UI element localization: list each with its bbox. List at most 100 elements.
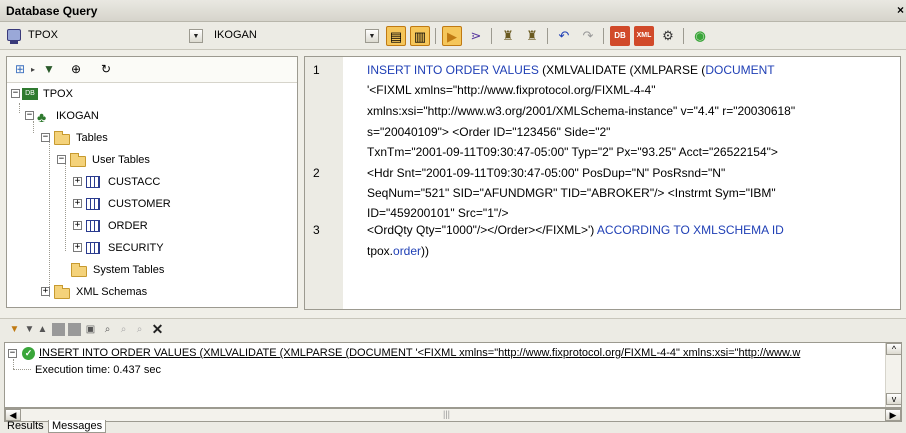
code-text: SeqNum="521" SID="AFUNDMGR" TID="ABROKER… [367, 186, 776, 200]
undo-icon[interactable]: ↶ [554, 26, 574, 46]
schema-dropdown-arrow[interactable]: ▼ [365, 29, 379, 43]
code-line: INSERT INTO ORDER VALUES (XMLVALIDATE (X… [367, 63, 775, 77]
expand-icon[interactable]: + [41, 287, 50, 296]
filter-icon[interactable]: ▼ [8, 323, 21, 336]
expand-icon[interactable]: + [73, 199, 82, 208]
tree-item-label: CUSTOMER [108, 198, 171, 210]
separator [435, 28, 436, 44]
save-icon[interactable]: ◉ [690, 26, 710, 46]
vertical-scrollbar[interactable]: ^ v [885, 343, 902, 407]
messages-list: − ✓ INSERT INTO ORDER VALUES (XMLVALIDAT… [4, 342, 902, 408]
scroll-right-button[interactable]: ▶ [885, 409, 901, 421]
expand-icon[interactable]: + [73, 243, 82, 252]
folder-icon [54, 131, 70, 145]
separator [491, 28, 492, 44]
sql-keyword: INSERT INTO ORDER VALUES [367, 63, 539, 77]
tree-toolbar: ⊞ ▸ ▼ ⊕ ↻ [7, 57, 297, 83]
tree-item-label: System Tables [93, 264, 165, 276]
tree-item-label: CUSTACC [108, 176, 161, 188]
tree-line [65, 163, 66, 251]
code-line: xmlns:xsi="http://www.w3.org/2001/XMLSch… [367, 104, 795, 118]
horizontal-scrollbar[interactable]: ◀ ||| ▶ [4, 408, 902, 422]
table-icon [86, 220, 100, 232]
message-query-link[interactable]: INSERT INTO ORDER VALUES (XMLVALIDATE (X… [39, 347, 800, 359]
expand-icon[interactable]: + [73, 177, 82, 186]
editor-view-icon[interactable]: ▤ [386, 26, 406, 46]
collapse-icon[interactable]: − [11, 89, 20, 98]
collapse-icon[interactable]: − [41, 133, 50, 142]
find-prev-icon[interactable]: ⌕ [133, 323, 146, 336]
schema-select-value[interactable]: IKOGAN [214, 29, 257, 41]
table-icon [86, 242, 100, 254]
clear-icon[interactable] [52, 323, 65, 336]
code-line: <Hdr Snt="2001-09-11T09:30:47-05:00" Pos… [367, 166, 725, 180]
tree-line [13, 369, 31, 370]
tree-item-label: User Tables [92, 154, 150, 166]
line-number: 1 [313, 63, 320, 77]
commit-icon[interactable]: ♜ [498, 26, 518, 46]
code-line: tpox.order)) [367, 244, 429, 258]
sql-keyword: ACCORDING TO XMLSCHEMA ID [594, 223, 784, 237]
sql-keyword: order [393, 244, 422, 258]
code-text: TxnTm="2001-09-11T09:30:47-05:00" Typ="2… [367, 145, 778, 159]
collapse-all-icon[interactable]: ▼ [23, 323, 36, 336]
scroll-thumb-grip[interactable]: ||| [443, 409, 450, 419]
execute-step-icon[interactable]: ⋗ [466, 26, 486, 46]
split-view-icon[interactable]: ▥ [410, 26, 430, 46]
collapse-icon[interactable]: − [25, 111, 34, 120]
expand-icon[interactable]: + [73, 221, 82, 230]
connection-toolbar: TPOX ▼ IKOGAN ▼ ▤ ▥ ▶ ⋗ ♜ ♜ ↶ ↷ DB XML ⚙… [0, 22, 906, 50]
code-line: SeqNum="521" SID="AFUNDMGR" TID="ABROKER… [367, 186, 776, 200]
database-query-window: Database Query × TPOX ▼ IKOGAN ▼ ▤ ▥ ▶ ⋗… [0, 0, 906, 433]
redo-icon[interactable]: ↷ [578, 26, 598, 46]
collapse-icon[interactable]: − [8, 349, 17, 358]
database-dropdown-arrow[interactable]: ▼ [189, 29, 203, 43]
rollback-icon[interactable]: ♜ [522, 26, 542, 46]
scroll-up-button[interactable]: ^ [886, 343, 902, 355]
code-text: tpox. [367, 244, 394, 258]
add-object-icon[interactable]: ⊞ [15, 62, 25, 76]
tab-results[interactable]: Results [4, 420, 47, 432]
code-line: <OrdQty Qty="1000"/></Order></FIXML>') A… [367, 223, 784, 237]
line-number: 2 [313, 166, 320, 180]
code-line: '<FIXML xmlns="http://www.fixprotocol.or… [367, 83, 655, 97]
database-select-value[interactable]: TPOX [28, 29, 58, 41]
execution-time: Execution time: 0.437 sec [35, 364, 161, 376]
save-log-icon[interactable]: ▣ [84, 323, 97, 336]
schema-icon: ♣ [37, 109, 47, 125]
copy-icon[interactable] [68, 323, 81, 336]
separator [547, 28, 548, 44]
folder-icon [71, 263, 87, 277]
window-title: Database Query [6, 4, 98, 18]
code-text: '<FIXML xmlns="http://www.fixprotocol.or… [367, 83, 656, 97]
code-text: <OrdQty Qty="1000"/></Order></FIXML>') [367, 223, 595, 237]
tree-item-label: SECURITY [108, 242, 164, 254]
sql-editor[interactable]: 1 2 3 INSERT INTO ORDER VALUES (XMLVALID… [304, 56, 901, 310]
folder-icon [54, 285, 70, 299]
database-icon: DB [22, 88, 38, 100]
close-messages-icon[interactable]: ✕ [151, 322, 164, 336]
code-line: s="20040109"> <Order ID="123456" Side="2… [367, 125, 610, 139]
object-tree: ⊞ ▸ ▼ ⊕ ↻ − DB TPOX − ♣ IKOGAN − Tables … [6, 56, 298, 308]
messages-panel: ▼ ▼ ▲ ▣ ⌕ ⌕ ⌕ ✕ − ✓ INSERT INTO ORDER VA… [0, 318, 906, 433]
filter-icon[interactable]: ▼ [43, 62, 55, 76]
expand-all-icon[interactable]: ▲ [36, 323, 49, 336]
tree-line [49, 141, 50, 297]
find-next-icon[interactable]: ⌕ [117, 323, 130, 336]
code-line: TxnTm="2001-09-11T09:30:47-05:00" Typ="2… [367, 145, 778, 159]
xml-icon[interactable]: XML [634, 26, 654, 46]
refresh-icon[interactable]: ↻ [101, 62, 111, 76]
close-icon[interactable]: × [897, 3, 904, 17]
expand-arrow-icon[interactable]: ▸ [31, 65, 35, 74]
network-icon[interactable]: ⚙ [658, 26, 678, 46]
separator [603, 28, 604, 44]
sql-keyword: DOCUMENT [705, 63, 775, 77]
execute-icon[interactable]: ▶ [442, 26, 462, 46]
tree-line [19, 103, 20, 113]
scroll-down-button[interactable]: v [886, 393, 902, 405]
collapse-icon[interactable]: − [57, 155, 66, 164]
locate-icon[interactable]: ⊕ [71, 62, 81, 76]
tab-messages[interactable]: Messages [48, 420, 107, 433]
db-error-icon[interactable]: DB [610, 26, 630, 46]
find-icon[interactable]: ⌕ [101, 323, 114, 336]
